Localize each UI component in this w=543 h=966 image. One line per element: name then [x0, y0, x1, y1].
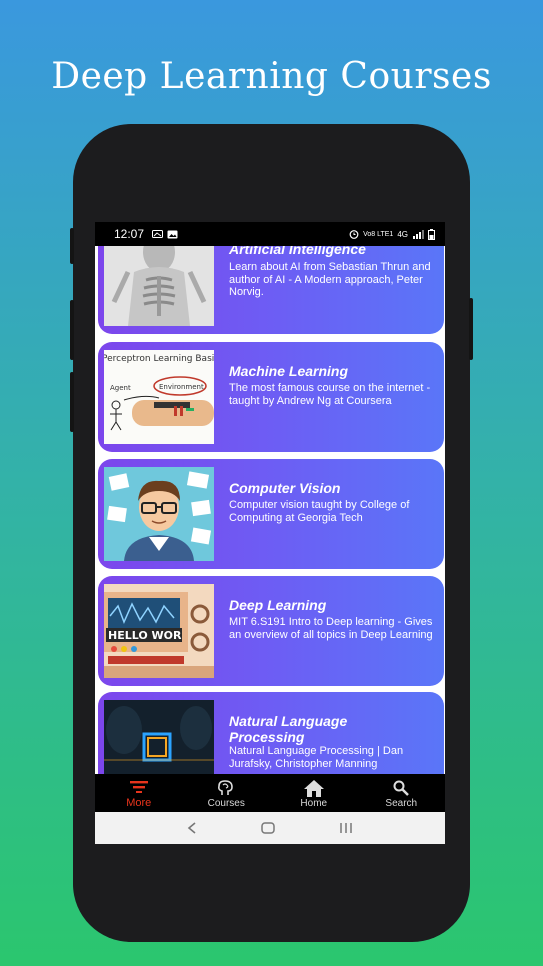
nav-home[interactable]: Home: [270, 774, 358, 812]
image-icon: [167, 230, 178, 238]
system-navigation-bar: [95, 812, 445, 844]
nav-courses[interactable]: Courses: [183, 774, 271, 812]
course-description: Learn about AI from Sebastian Thrun and …: [229, 261, 431, 298]
nav-search[interactable]: Search: [358, 774, 446, 812]
course-card[interactable]: Computer Vision Computer vision taught b…: [98, 459, 444, 569]
signal-label: 4G: [397, 229, 408, 239]
search-icon: [393, 780, 410, 796]
nav-label: Search: [385, 798, 418, 809]
phone-side-button: [469, 298, 473, 360]
course-title: Machine Learning: [229, 363, 349, 379]
battery-icon: [428, 228, 435, 240]
nav-more[interactable]: More: [95, 774, 183, 812]
course-description: The most famous course on the internet -…: [229, 382, 431, 407]
phone-screen: 12:07 Vo8 LTE1 4G Artificial Intelligenc…: [95, 222, 445, 844]
course-card[interactable]: Natural Language Processing Natural Lang…: [98, 692, 444, 774]
nav-label: More: [126, 797, 152, 809]
menu-lines-icon: [129, 781, 148, 793]
status-time: 12:07: [114, 227, 145, 241]
bottom-navigation: More Courses Home Search: [95, 774, 445, 812]
course-description: MIT 6.S191 Intro to Deep learning - Give…: [229, 616, 433, 641]
course-title: Deep Learning: [229, 597, 327, 613]
thumb-text: Agent: [110, 384, 131, 392]
phone-side-button: [70, 300, 74, 360]
course-thumbnail: HELLO WOR: [104, 584, 214, 678]
headline: Deep Learning Courses: [51, 56, 492, 97]
course-thumbnail: [104, 246, 214, 326]
course-title: Artificial Intelligence: [229, 246, 366, 257]
signal-icon: [413, 230, 424, 239]
home-icon: [303, 779, 324, 797]
nav-label: Home: [300, 798, 328, 809]
brain-icon: [218, 780, 234, 795]
course-card[interactable]: Artificial Intelligence Learn about AI f…: [98, 246, 444, 334]
phone-side-button: [70, 372, 74, 432]
course-title: Computer Vision: [229, 480, 341, 496]
whiteboard-drawing-image: Perceptron Learning Basics Environment A…: [104, 350, 214, 444]
course-description: Computer vision taught by College of Com…: [229, 499, 410, 524]
course-thumbnail: [104, 700, 214, 774]
course-thumbnail: [104, 467, 214, 561]
course-list[interactable]: Artificial Intelligence Learn about AI f…: [95, 246, 445, 774]
course-description: Natural Language Processing | Dan Jurafs…: [229, 745, 404, 770]
thumb-text: HELLO WOR: [108, 629, 182, 642]
course-card[interactable]: Perceptron Learning Basics Environment A…: [98, 342, 444, 452]
neon-square-image: [104, 700, 214, 774]
message-icon: [152, 229, 164, 238]
home-button-icon[interactable]: [261, 822, 275, 834]
back-icon[interactable]: [187, 822, 197, 834]
robot-skeleton-image: [104, 246, 214, 326]
course-title: Natural Language Processing: [229, 713, 348, 745]
man-with-glasses-illustration: [104, 467, 214, 561]
thumb-text: Perceptron Learning Basics: [104, 354, 214, 364]
course-card[interactable]: HELLO WOR Deep Learning MIT 6.S191 Intro…: [98, 576, 444, 686]
alarm-icon: [349, 230, 359, 239]
hello-world-machine-illustration: HELLO WOR: [104, 584, 214, 678]
network-label: Vo8 LTE1: [363, 230, 394, 238]
recents-icon[interactable]: [339, 822, 353, 834]
nav-label: Courses: [207, 798, 245, 809]
thumb-text: Environment: [159, 383, 204, 391]
course-thumbnail: Perceptron Learning Basics Environment A…: [104, 350, 214, 444]
status-bar: 12:07 Vo8 LTE1 4G: [95, 222, 445, 246]
phone-side-button: [70, 228, 74, 264]
